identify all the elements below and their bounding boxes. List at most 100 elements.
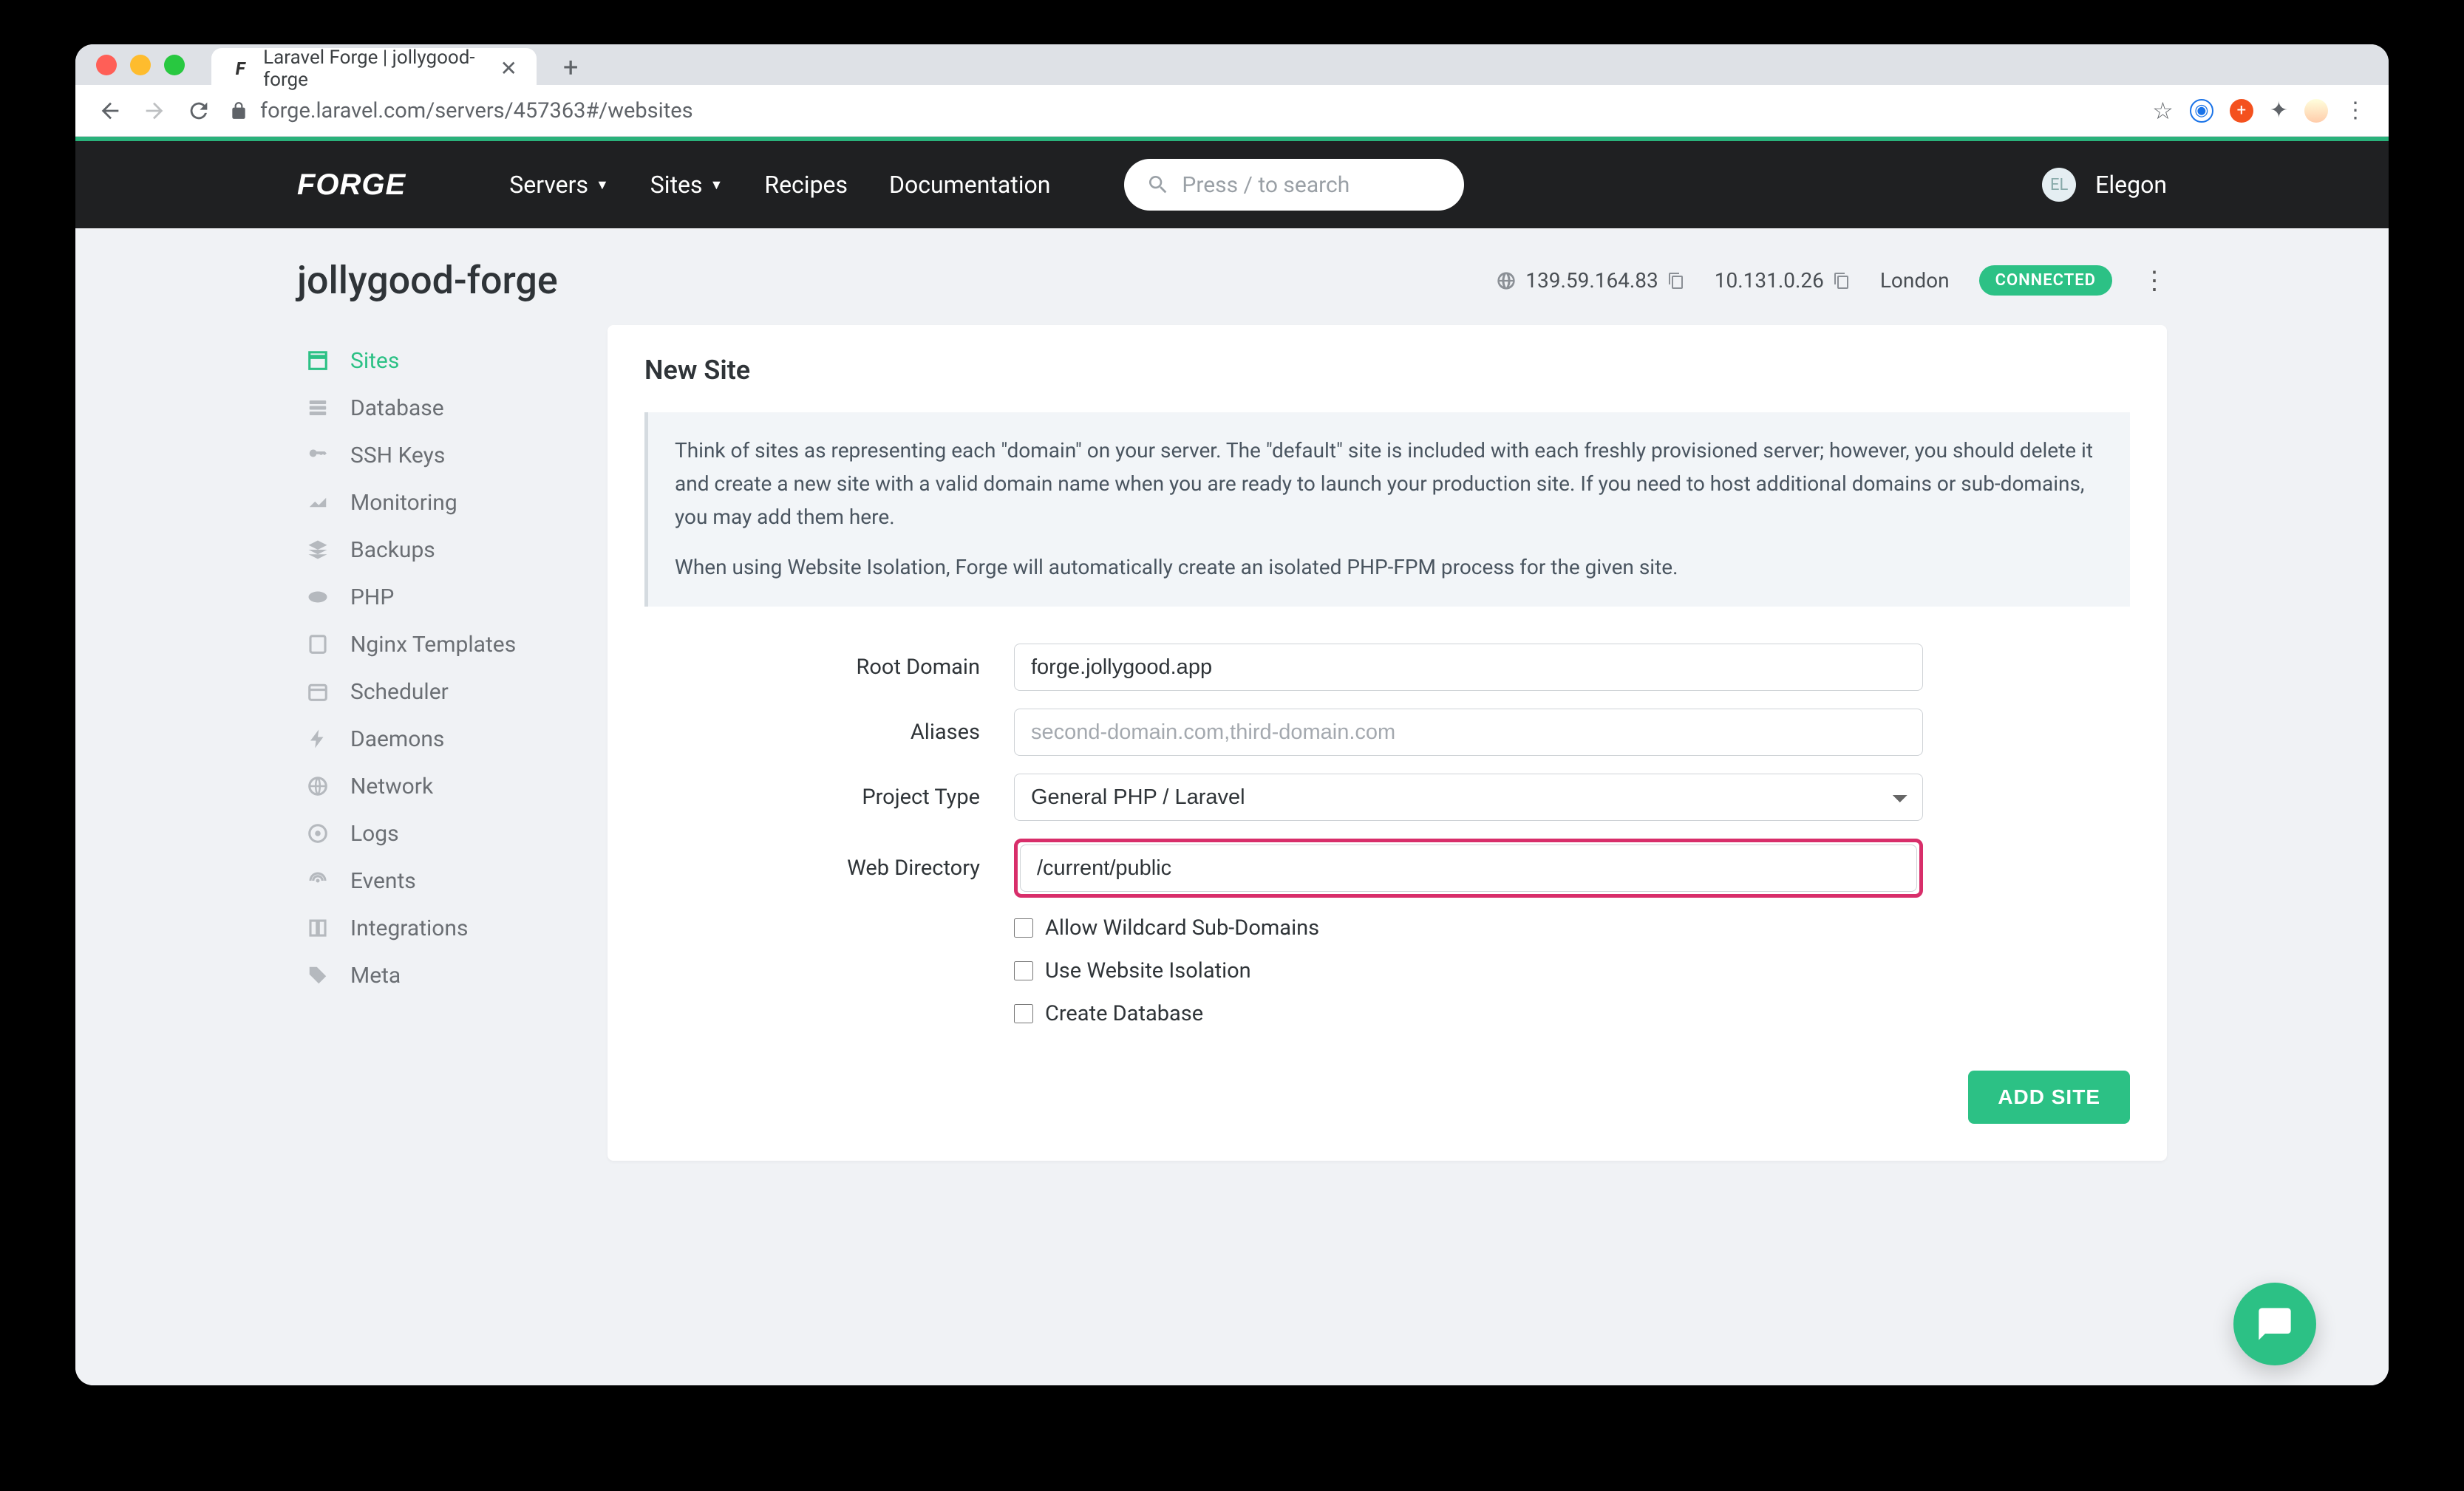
aliases-input[interactable] bbox=[1014, 709, 1923, 756]
browser-menu-icon[interactable]: ⋮ bbox=[2344, 98, 2366, 123]
nav-sites[interactable]: Sites▼ bbox=[650, 171, 724, 199]
search-placeholder: Press / to search bbox=[1182, 172, 1350, 198]
row-isolation: Use Website Isolation bbox=[644, 958, 2130, 983]
avatar: EL bbox=[2042, 168, 2076, 202]
sidebar-item-integrations[interactable]: Integrations bbox=[297, 904, 578, 952]
row-web-directory: Web Directory bbox=[644, 839, 2130, 898]
sidebar-item-monitoring[interactable]: Monitoring bbox=[297, 479, 578, 526]
star-icon[interactable]: ☆ bbox=[2152, 97, 2174, 125]
sidebar-item-meta[interactable]: Meta bbox=[297, 952, 578, 999]
highlight-web-directory bbox=[1014, 839, 1923, 898]
label-aliases: Aliases bbox=[644, 720, 1014, 745]
row-wildcard: Allow Wildcard Sub-Domains bbox=[644, 915, 2130, 941]
close-window-button[interactable] bbox=[96, 55, 117, 75]
search-icon bbox=[1146, 173, 1170, 197]
sidebar-item-scheduler[interactable]: Scheduler bbox=[297, 668, 578, 715]
server-menu-icon[interactable]: ⋮ bbox=[2142, 266, 2167, 296]
template-icon bbox=[303, 631, 333, 658]
root-domain-input[interactable] bbox=[1014, 644, 1923, 691]
nav-documentation[interactable]: Documentation bbox=[889, 171, 1050, 199]
chat-icon bbox=[2256, 1305, 2294, 1343]
private-ip: 10.131.0.26 bbox=[1715, 268, 1851, 293]
label-project-type: Project Type bbox=[644, 785, 1014, 810]
sidebar-item-daemons[interactable]: Daemons bbox=[297, 715, 578, 762]
isolation-checkbox-label[interactable]: Use Website Isolation bbox=[1014, 958, 1251, 983]
project-type-select[interactable]: General PHP / Laravel bbox=[1014, 774, 1923, 821]
row-root-domain: Root Domain bbox=[644, 644, 2130, 691]
url-field[interactable]: forge.laravel.com/servers/457363#/websit… bbox=[229, 98, 2134, 123]
extension-1-icon[interactable]: ◉ bbox=[2190, 99, 2213, 123]
row-create-db: Create Database bbox=[644, 1001, 2130, 1026]
chart-icon bbox=[303, 489, 333, 516]
new-tab-button[interactable]: + bbox=[563, 52, 578, 83]
sidebar-item-backups[interactable]: Backups bbox=[297, 526, 578, 573]
sidebar-item-events[interactable]: Events bbox=[297, 857, 578, 904]
add-site-button[interactable]: ADD SITE bbox=[1968, 1071, 2130, 1124]
nav-icons bbox=[98, 98, 211, 123]
sidebar-item-logs[interactable]: Logs bbox=[297, 810, 578, 857]
maximize-window-button[interactable] bbox=[164, 55, 185, 75]
app-topbar: FORGE Servers▼ Sites▼ Recipes Documentat… bbox=[75, 141, 2389, 228]
book-icon bbox=[303, 915, 333, 941]
new-site-card: New Site Think of sites as representing … bbox=[608, 325, 2167, 1161]
back-icon[interactable] bbox=[98, 98, 123, 123]
key-icon bbox=[303, 442, 333, 468]
browser-tab[interactable]: F Laravel Forge | jollygood-forge ✕ bbox=[211, 48, 537, 89]
logo[interactable]: FORGE bbox=[297, 168, 406, 202]
lock-icon bbox=[229, 101, 248, 120]
label-web-directory: Web Directory bbox=[644, 856, 1014, 881]
copy-icon[interactable] bbox=[1833, 272, 1851, 290]
tag-icon bbox=[303, 962, 333, 989]
nav-recipes[interactable]: Recipes bbox=[764, 171, 848, 199]
row-aliases: Aliases bbox=[644, 709, 2130, 756]
info-box: Think of sites as representing each "dom… bbox=[644, 412, 2130, 607]
layout-icon bbox=[303, 347, 333, 374]
search-input[interactable]: Press / to search bbox=[1124, 159, 1464, 211]
server-meta: 139.59.164.83 10.131.0.26 London CONNECT… bbox=[1496, 265, 2167, 296]
sidebar-item-php[interactable]: PHP bbox=[297, 573, 578, 621]
url-text: forge.laravel.com/servers/457363#/websit… bbox=[260, 98, 693, 123]
broadcast-icon bbox=[303, 867, 333, 894]
web-directory-input[interactable] bbox=[1020, 845, 1917, 892]
tab-strip: F Laravel Forge | jollygood-forge ✕ + bbox=[75, 44, 2389, 85]
sidebar-item-network[interactable]: Network bbox=[297, 762, 578, 810]
logs-icon bbox=[303, 820, 333, 847]
sidebar-item-nginx-templates[interactable]: Nginx Templates bbox=[297, 621, 578, 668]
help-fab[interactable] bbox=[2233, 1283, 2316, 1365]
wildcard-checkbox-label[interactable]: Allow Wildcard Sub-Domains bbox=[1014, 915, 1319, 941]
nav-servers[interactable]: Servers▼ bbox=[509, 171, 609, 199]
server-name: jollygood-forge bbox=[297, 258, 558, 303]
card-title: New Site bbox=[644, 355, 2130, 386]
sidebar-item-database[interactable]: Database bbox=[297, 384, 578, 431]
label-root-domain: Root Domain bbox=[644, 655, 1014, 680]
close-tab-icon[interactable]: ✕ bbox=[500, 58, 517, 79]
info-text-1: Think of sites as representing each "dom… bbox=[675, 434, 2103, 533]
user-menu[interactable]: EL Elegon bbox=[2042, 168, 2167, 202]
bolt-icon bbox=[303, 726, 333, 752]
isolation-checkbox[interactable] bbox=[1014, 961, 1033, 980]
sidebar-item-ssh-keys[interactable]: SSH Keys bbox=[297, 431, 578, 479]
server-header: jollygood-forge 139.59.164.83 10.131.0.2… bbox=[297, 228, 2167, 325]
copy-icon[interactable] bbox=[1667, 272, 1685, 290]
content-row: Sites Database SSH Keys Monitoring Backu… bbox=[297, 325, 2167, 1161]
php-icon bbox=[303, 584, 333, 610]
sidebar-item-sites[interactable]: Sites bbox=[297, 337, 578, 384]
chevron-down-icon: ▼ bbox=[710, 177, 724, 193]
wildcard-checkbox[interactable] bbox=[1014, 918, 1033, 938]
globe-icon bbox=[303, 773, 333, 799]
minimize-window-button[interactable] bbox=[130, 55, 151, 75]
forward-icon bbox=[142, 98, 167, 123]
extensions-icon[interactable]: ✦ bbox=[2270, 98, 2288, 123]
browser-window: F Laravel Forge | jollygood-forge ✕ + fo… bbox=[75, 44, 2389, 1385]
extension-2-icon[interactable]: + bbox=[2230, 99, 2253, 123]
chevron-down-icon: ▼ bbox=[596, 177, 609, 193]
profile-avatar-icon[interactable] bbox=[2304, 99, 2328, 123]
create-db-checkbox-label[interactable]: Create Database bbox=[1014, 1001, 1203, 1026]
row-project-type: Project Type General PHP / Laravel bbox=[644, 774, 2130, 821]
reload-icon[interactable] bbox=[186, 98, 211, 123]
favicon-icon: F bbox=[231, 58, 250, 80]
layers-icon bbox=[303, 536, 333, 563]
page-body: jollygood-forge 139.59.164.83 10.131.0.2… bbox=[75, 228, 2389, 1385]
main-nav: Servers▼ Sites▼ Recipes Documentation bbox=[509, 171, 1050, 199]
create-db-checkbox[interactable] bbox=[1014, 1004, 1033, 1023]
